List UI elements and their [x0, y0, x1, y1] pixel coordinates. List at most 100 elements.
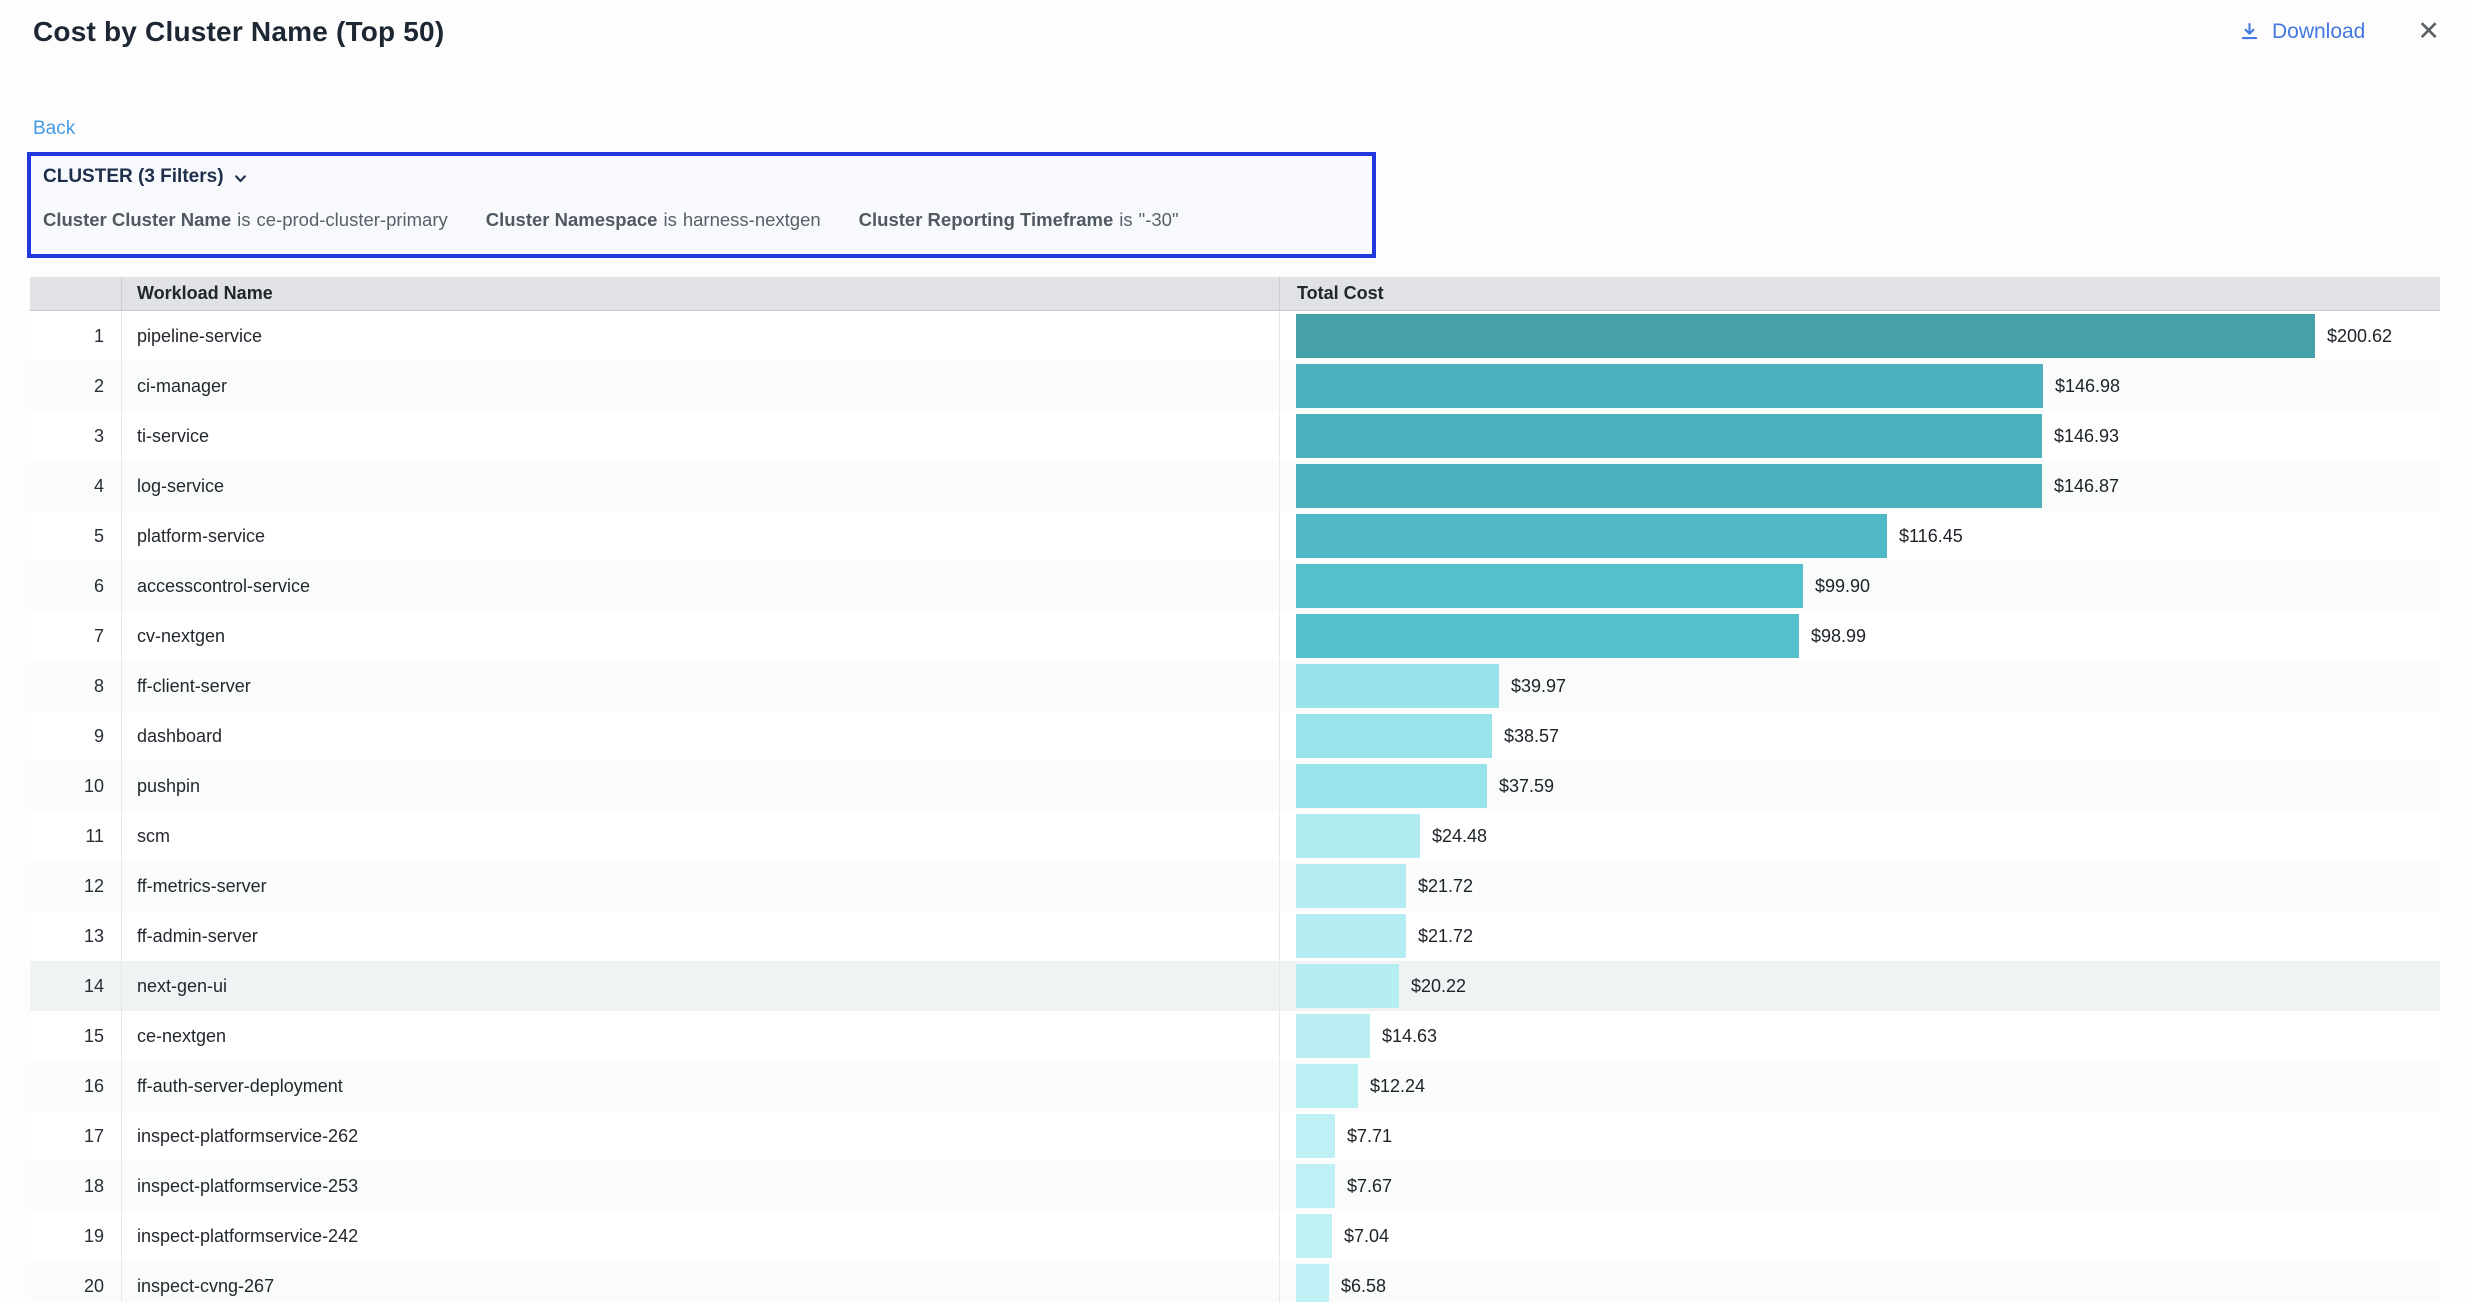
total-cost-column-header: Total Cost — [1280, 277, 2440, 310]
workload-name: inspect-platformservice-253 — [122, 1161, 1280, 1211]
total-cost-cell: $39.97 — [1280, 661, 2440, 711]
table-row[interactable]: 14 next-gen-ui $20.22 — [30, 961, 2440, 1011]
total-cost-cell: $200.62 — [1280, 311, 2440, 361]
table-row[interactable]: 15 ce-nextgen $14.63 — [30, 1011, 2440, 1061]
total-cost-cell: $6.58 — [1280, 1261, 2440, 1302]
table-row[interactable]: 4 log-service $146.87 — [30, 461, 2440, 511]
table-row[interactable]: 9 dashboard $38.57 — [30, 711, 2440, 761]
cost-bar — [1296, 664, 1499, 708]
cost-bar — [1296, 1114, 1335, 1158]
workload-name: ff-admin-server — [122, 911, 1280, 961]
workload-name: log-service — [122, 461, 1280, 511]
workload-name: ce-nextgen — [122, 1011, 1280, 1061]
cost-value-label: $24.48 — [1432, 826, 1487, 847]
cost-bar — [1296, 964, 1399, 1008]
cost-bar — [1296, 464, 2042, 508]
table-row[interactable]: 20 inspect-cvng-267 $6.58 — [30, 1261, 2440, 1302]
cost-bar — [1296, 364, 2043, 408]
cost-bar — [1296, 1264, 1329, 1302]
workload-name: platform-service — [122, 511, 1280, 561]
table-body: 1 pipeline-service $200.62 2 ci-manager … — [30, 311, 2440, 1302]
cost-value-label: $12.24 — [1370, 1076, 1425, 1097]
table-row[interactable]: 3 ti-service $146.93 — [30, 411, 2440, 461]
total-cost-cell: $7.67 — [1280, 1161, 2440, 1211]
table-row[interactable]: 12 ff-metrics-server $21.72 — [30, 861, 2440, 911]
total-cost-cell: $99.90 — [1280, 561, 2440, 611]
workload-name: inspect-cvng-267 — [122, 1261, 1280, 1302]
cost-bar — [1296, 564, 1803, 608]
table-row[interactable]: 8 ff-client-server $39.97 — [30, 661, 2440, 711]
table-row[interactable]: 10 pushpin $37.59 — [30, 761, 2440, 811]
workload-name-column-header: Workload Name — [122, 277, 1280, 310]
filter-value: harness-nextgen — [683, 209, 821, 231]
workload-name: ff-client-server — [122, 661, 1280, 711]
row-rank: 7 — [30, 611, 122, 661]
total-cost-cell: $116.45 — [1280, 511, 2440, 561]
cost-value-label: $146.87 — [2054, 476, 2119, 497]
table-row[interactable]: 18 inspect-platformservice-253 $7.67 — [30, 1161, 2440, 1211]
table-row[interactable]: 16 ff-auth-server-deployment $12.24 — [30, 1061, 2440, 1111]
table-row[interactable]: 11 scm $24.48 — [30, 811, 2440, 861]
cost-value-label: $37.59 — [1499, 776, 1554, 797]
row-rank: 10 — [30, 761, 122, 811]
close-icon[interactable]: ✕ — [2417, 18, 2440, 45]
cost-value-label: $146.98 — [2055, 376, 2120, 397]
cost-value-label: $116.45 — [1899, 526, 1963, 547]
cost-bar — [1296, 1014, 1370, 1058]
chevron-down-icon — [233, 168, 248, 186]
row-rank: 3 — [30, 411, 122, 461]
filter-value: "-30" — [1139, 209, 1179, 231]
table-row[interactable]: 2 ci-manager $146.98 — [30, 361, 2440, 411]
filter-chip[interactable]: Cluster Namespace is harness-nextgen — [486, 209, 821, 231]
cost-value-label: $6.58 — [1341, 1276, 1386, 1297]
row-rank: 17 — [30, 1111, 122, 1161]
total-cost-cell: $146.87 — [1280, 461, 2440, 511]
row-rank: 4 — [30, 461, 122, 511]
row-rank: 6 — [30, 561, 122, 611]
table-row[interactable]: 6 accesscontrol-service $99.90 — [30, 561, 2440, 611]
cost-bar — [1296, 414, 2042, 458]
row-rank: 16 — [30, 1061, 122, 1111]
cost-value-label: $14.63 — [1382, 1026, 1437, 1047]
table-row[interactable]: 1 pipeline-service $200.62 — [30, 311, 2440, 361]
cost-bar — [1296, 1214, 1332, 1258]
filter-field: Cluster Cluster Name — [43, 209, 231, 231]
workload-name: dashboard — [122, 711, 1280, 761]
total-cost-cell: $98.99 — [1280, 611, 2440, 661]
table-row[interactable]: 19 inspect-platformservice-242 $7.04 — [30, 1211, 2440, 1261]
row-rank: 9 — [30, 711, 122, 761]
cost-bar — [1296, 764, 1487, 808]
cost-value-label: $99.90 — [1815, 576, 1870, 597]
cost-bar — [1296, 1164, 1335, 1208]
download-label: Download — [2272, 20, 2365, 44]
filter-field: Cluster Reporting Timeframe — [859, 209, 1114, 231]
table-row[interactable]: 5 platform-service $116.45 — [30, 511, 2440, 561]
cost-bar — [1296, 514, 1887, 558]
row-rank: 8 — [30, 661, 122, 711]
cost-bar — [1296, 1064, 1358, 1108]
back-link[interactable]: Back — [33, 118, 75, 140]
total-cost-cell: $38.57 — [1280, 711, 2440, 761]
cost-value-label: $146.93 — [2054, 426, 2119, 447]
row-rank: 12 — [30, 861, 122, 911]
workload-name: cv-nextgen — [122, 611, 1280, 661]
cost-value-label: $39.97 — [1511, 676, 1566, 697]
workload-name: ci-manager — [122, 361, 1280, 411]
filter-chip[interactable]: Cluster Cluster Name is ce-prod-cluster-… — [43, 209, 448, 231]
row-rank: 11 — [30, 811, 122, 861]
table-row[interactable]: 13 ff-admin-server $21.72 — [30, 911, 2440, 961]
table-row[interactable]: 17 inspect-platformservice-262 $7.71 — [30, 1111, 2440, 1161]
row-rank: 13 — [30, 911, 122, 961]
total-cost-cell: $146.93 — [1280, 411, 2440, 461]
cluster-filter-dropdown[interactable]: CLUSTER (3 Filters) — [43, 166, 1360, 188]
filter-chip[interactable]: Cluster Reporting Timeframe is "-30" — [859, 209, 1179, 231]
workload-name: ff-metrics-server — [122, 861, 1280, 911]
workload-name: inspect-platformservice-262 — [122, 1111, 1280, 1161]
row-rank: 1 — [30, 311, 122, 361]
download-button[interactable]: Download — [2239, 20, 2365, 44]
total-cost-cell: $146.98 — [1280, 361, 2440, 411]
modal-header: Cost by Cluster Name (Top 50) Download ✕ — [0, 0, 2470, 48]
workload-name: ti-service — [122, 411, 1280, 461]
table-row[interactable]: 7 cv-nextgen $98.99 — [30, 611, 2440, 661]
filter-field: Cluster Namespace — [486, 209, 658, 231]
